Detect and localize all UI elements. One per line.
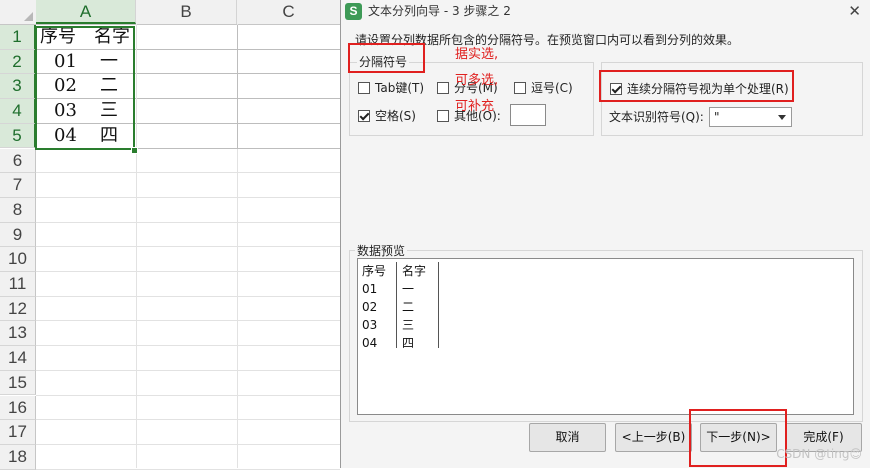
row-header-15[interactable]: 15 <box>0 370 36 396</box>
preview-cell-col1: 03 <box>362 318 378 332</box>
row-gridline <box>36 443 340 445</box>
row-header-4[interactable]: 4 <box>0 99 36 124</box>
preview-column-separator <box>438 262 439 348</box>
preview-cell-col1: 04 <box>362 336 378 350</box>
row-header-2[interactable]: 2 <box>0 49 36 75</box>
text-qualifier-select[interactable]: " <box>709 107 792 127</box>
watermark: CSDN @ting😊 <box>776 447 862 461</box>
row-gridline <box>36 345 340 347</box>
annotation-box-separator-group <box>348 43 425 73</box>
preview-cell-col2: 二 <box>402 300 415 314</box>
row-header-18[interactable]: 18 <box>0 444 36 470</box>
preview-cell-col2: 三 <box>402 318 415 332</box>
row-header-7[interactable]: 7 <box>0 173 36 198</box>
row-gridline <box>36 271 340 272</box>
text-qualifier-label: 文本识别符号(Q): <box>609 110 704 124</box>
row-header-5[interactable]: 5 <box>0 123 36 149</box>
space-label: 空格(S) <box>375 109 416 123</box>
annotation-note-3: 可补充 <box>455 99 495 114</box>
preview-cell-col2: 四 <box>402 336 415 350</box>
column-header-c[interactable]: C <box>237 0 340 24</box>
row-gridline <box>36 394 340 396</box>
selected-range-a1-a5[interactable] <box>35 26 135 150</box>
row-gridline <box>36 246 340 248</box>
corner-triangle-icon <box>24 12 33 21</box>
row-header-12[interactable]: 12 <box>0 296 36 322</box>
row-gridline <box>36 295 340 297</box>
row-gridline <box>36 320 340 322</box>
option-tab[interactable]: Tab键(T) <box>358 81 424 96</box>
text-qualifier-value: " <box>714 110 720 124</box>
annotation-box-next-button <box>689 409 787 467</box>
tab-checkbox[interactable] <box>358 82 370 94</box>
row-header-11[interactable]: 11 <box>0 272 36 297</box>
preview-cell-col1: 01 <box>362 282 378 296</box>
option-comma[interactable]: 逗号(C) <box>514 81 573 96</box>
chevron-down-icon <box>778 115 786 120</box>
app-logo-icon: S <box>345 3 362 20</box>
row-header-6[interactable]: 6 <box>0 148 36 174</box>
row-header-1[interactable]: 1 <box>0 25 36 50</box>
column-gridline <box>237 25 238 149</box>
fill-handle[interactable] <box>131 147 138 154</box>
preview-cell-col1: 序号 <box>362 264 387 278</box>
annotation-box-consecutive <box>599 70 794 102</box>
row-header-10[interactable]: 10 <box>0 247 36 272</box>
preview-group-title: 数据预览 <box>355 242 408 259</box>
spreadsheet: A B C 1 2 3 4 5 6 7 8 9 10 11 12 13 14 15 16 17 18 序号 名字 01… <box>0 0 340 470</box>
annotation-note-2: 可多选, <box>455 73 499 88</box>
data-preview[interactable]: 序号 01 02 03 04 名字一二三四 <box>357 258 854 415</box>
row-header-13[interactable]: 13 <box>0 321 36 347</box>
column-header-b[interactable]: B <box>136 0 237 24</box>
dialog-title: 文本分列向导 - 3 步骤之 2 <box>368 4 511 18</box>
row-header-16[interactable]: 16 <box>0 395 36 421</box>
column-header-a[interactable]: A <box>36 0 136 24</box>
comma-label: 逗号(C) <box>531 81 573 95</box>
preview-cell-col1: 02 <box>362 300 378 314</box>
column-gridline <box>136 24 137 468</box>
row-gridline <box>36 221 340 223</box>
row-header-14[interactable]: 14 <box>0 346 36 371</box>
close-icon[interactable]: ✕ <box>848 2 861 20</box>
row-header-9[interactable]: 9 <box>0 222 36 248</box>
row-header-17[interactable]: 17 <box>0 420 36 445</box>
back-button[interactable]: <上一步(B) <box>615 423 692 452</box>
row-gridline <box>36 468 340 470</box>
row-gridline <box>36 369 340 371</box>
comma-checkbox[interactable] <box>514 82 526 94</box>
row-gridline <box>36 196 340 198</box>
semicolon-checkbox[interactable] <box>437 82 449 94</box>
row-gridline <box>36 172 340 174</box>
preview-cell-col2: 一 <box>402 282 415 296</box>
preview-cell-col2: 名字 <box>402 264 427 278</box>
dialog-titlebar[interactable]: S 文本分列向导 - 3 步骤之 2 ✕ <box>341 0 870 24</box>
row-gridline <box>36 419 340 421</box>
cancel-button[interactable]: 取消 <box>529 423 606 452</box>
other-checkbox[interactable] <box>437 110 449 122</box>
tab-label: Tab键(T) <box>375 81 425 95</box>
preview-column-separator <box>396 262 397 348</box>
row-header-3[interactable]: 3 <box>0 74 36 100</box>
other-separator-input[interactable] <box>510 104 546 126</box>
option-space[interactable]: 空格(S) <box>358 109 416 124</box>
row-header-8[interactable]: 8 <box>0 197 36 223</box>
annotation-note-1: 据实选, <box>455 47 499 62</box>
select-all-corner[interactable] <box>0 0 37 24</box>
space-checkbox[interactable] <box>358 110 370 122</box>
